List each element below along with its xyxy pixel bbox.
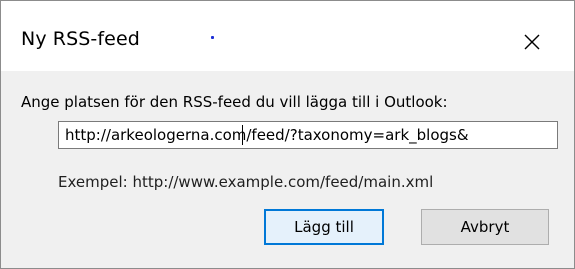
title-dot-mark bbox=[211, 36, 214, 39]
add-button-label: Lägg till bbox=[294, 218, 354, 236]
close-icon bbox=[524, 34, 540, 50]
feed-url-value[interactable]: http://arkeologerna.com/feed/?taxonomy=a… bbox=[65, 126, 469, 144]
feed-url-input[interactable]: http://arkeologerna.com/feed/?taxonomy=a… bbox=[58, 121, 558, 149]
add-button[interactable]: Lägg till bbox=[264, 209, 384, 245]
feed-location-prompt: Ange platsen för den RSS-feed du vill lä… bbox=[21, 93, 448, 111]
text-caret bbox=[242, 125, 243, 145]
cancel-button-label: Avbryt bbox=[460, 218, 510, 236]
rss-feed-dialog: Ny RSS-feed Ange platsen för den RSS-fee… bbox=[0, 0, 575, 269]
title-bar[interactable]: Ny RSS-feed bbox=[1, 1, 574, 71]
dialog-title: Ny RSS-feed bbox=[21, 28, 140, 50]
close-button[interactable] bbox=[517, 27, 547, 57]
example-hint: Exempel: http://www.example.com/feed/mai… bbox=[58, 173, 434, 191]
cancel-button[interactable]: Avbryt bbox=[421, 209, 549, 245]
